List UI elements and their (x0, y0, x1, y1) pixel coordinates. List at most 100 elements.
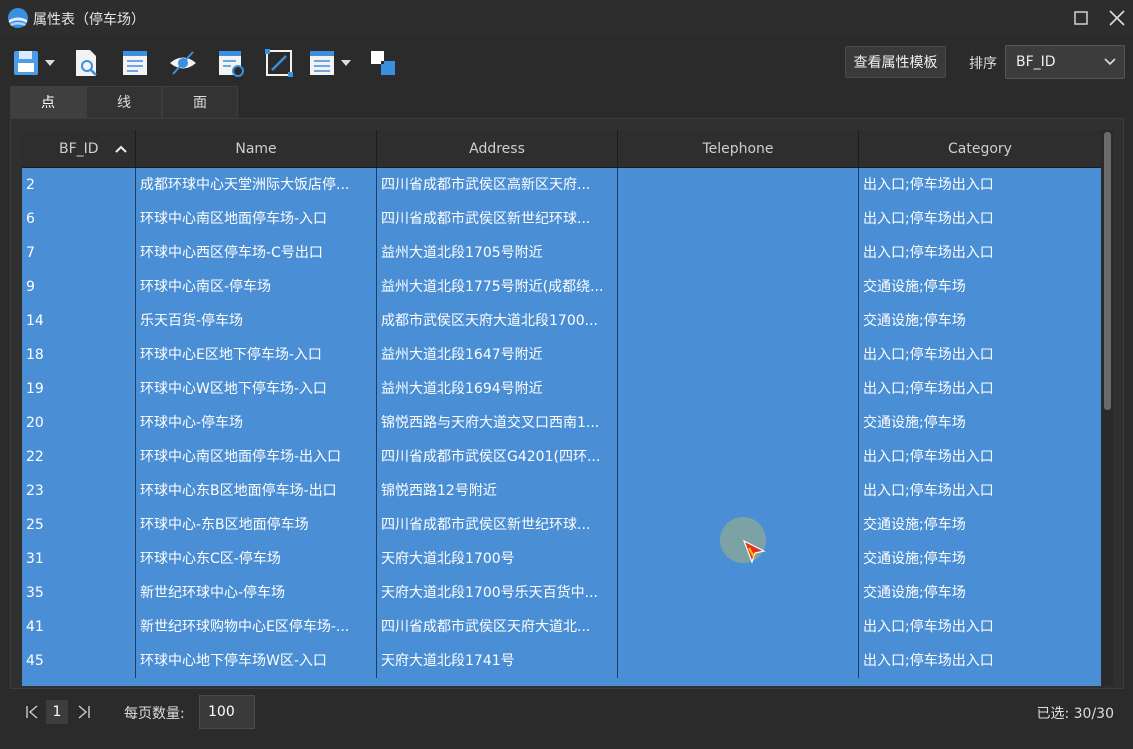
table-cell[interactable]: 环球中心南区地面停车场-出入口 (136, 440, 377, 474)
page-size-input[interactable]: 100 (199, 695, 255, 729)
save-dropdown-button[interactable] (12, 48, 58, 78)
table-cell[interactable]: 出入口;停车场出入口 (859, 372, 1101, 406)
table-cell[interactable]: 锦悦西路与天府大道交叉口西南1... (377, 406, 618, 440)
table-row[interactable]: 23 环球中心东B区地面停车场-出口 锦悦西路12号附近 出入口;停车场出入口 (22, 474, 1101, 508)
table-cell[interactable]: 9 (22, 270, 136, 304)
table-cell[interactable]: 环球中心W区地下停车场-入口 (136, 372, 377, 406)
preview-button[interactable] (72, 48, 102, 78)
table-row[interactable]: 45 环球中心地下停车场W区-入口 天府大道北段1741号 出入口;停车场出入口 (22, 644, 1101, 678)
column-header-name[interactable]: Name (136, 130, 377, 168)
table-cell[interactable]: 41 (22, 610, 136, 644)
table-cell[interactable]: 出入口;停车场出入口 (859, 644, 1101, 678)
table-cell[interactable]: 四川省成都市武侯区G4201(四环... (377, 440, 618, 474)
table-cell[interactable]: 35 (22, 576, 136, 610)
table-row[interactable]: 31 环球中心东C区-停车场 天府大道北段1700号 交通设施;停车场 (22, 542, 1101, 576)
table-cell[interactable]: 31 (22, 542, 136, 576)
table-cell[interactable]: 交通设施;停车场 (859, 406, 1101, 440)
table-cell[interactable]: 锦悦西路12号附近 (377, 474, 618, 508)
table-cell[interactable]: 乐天百货-停车场 (136, 304, 377, 338)
table-cell[interactable] (618, 372, 859, 406)
table-cell[interactable]: 益州大道北段1775号附近(成都绕... (377, 270, 618, 304)
table-cell[interactable]: 交通设施;停车场 (859, 270, 1101, 304)
table-cell[interactable] (618, 644, 859, 678)
table-cell[interactable]: 环球中心南区地面停车场-入口 (136, 202, 377, 236)
table-row[interactable]: 41 新世纪环球购物中心E区停车场-... 四川省成都市武侯区天府大道北... 出入口… (22, 610, 1101, 644)
table-cell[interactable] (618, 270, 859, 304)
table-cell[interactable]: 四川省成都市武侯区新世纪环球... (377, 202, 618, 236)
tab-point[interactable]: 点 (10, 86, 86, 118)
table-cell[interactable]: 出入口;停车场出入口 (859, 202, 1101, 236)
table-cell[interactable]: 交通设施;停车场 (859, 542, 1101, 576)
table-row[interactable]: 35 新世纪环球中心-停车场 天府大道北段1700号乐天百货中... 交通设施;停车场 (22, 576, 1101, 610)
table-cell[interactable]: 7 (22, 236, 136, 270)
table-cell[interactable] (618, 168, 859, 202)
table-cell[interactable] (618, 202, 859, 236)
table-row[interactable]: 2 成都环球中心天堂洲际大饭店停... 四川省成都市武侯区高新区天府... 出入口;停… (22, 168, 1101, 202)
table-cell[interactable]: 成都环球中心天堂洲际大饭店停... (136, 168, 377, 202)
table-row[interactable]: 9 环球中心南区-停车场 益州大道北段1775号附近(成都绕... 交通设施;停车场 (22, 270, 1101, 304)
sort-select[interactable]: BF_ID (1005, 45, 1125, 79)
column-header-address[interactable]: Address (377, 130, 618, 168)
vertical-scrollbar[interactable] (1101, 130, 1113, 686)
table-cell[interactable]: 益州大道北段1647号附近 (377, 338, 618, 372)
table-cell[interactable]: 14 (22, 304, 136, 338)
last-page-icon[interactable] (76, 704, 92, 720)
table-cell[interactable]: 成都市武侯区天府大道北段1700... (377, 304, 618, 338)
table-cell[interactable] (618, 440, 859, 474)
column-header-bf-id[interactable]: BF_ID (22, 130, 136, 168)
table-cell[interactable]: 23 (22, 474, 136, 508)
table-cell[interactable]: 环球中心E区地下停车场-入口 (136, 338, 377, 372)
table-row[interactable]: 6 环球中心南区地面停车场-入口 四川省成都市武侯区新世纪环球... 出入口;停车场出… (22, 202, 1101, 236)
table-cell[interactable]: 交通设施;停车场 (859, 304, 1101, 338)
table-cell[interactable]: 益州大道北段1705号附近 (377, 236, 618, 270)
close-button[interactable] (1105, 6, 1129, 30)
view-template-button[interactable]: 查看属性模板 (845, 46, 946, 78)
table-cell[interactable]: 出入口;停车场出入口 (859, 168, 1101, 202)
table-cell[interactable]: 20 (22, 406, 136, 440)
table-cell[interactable]: 19 (22, 372, 136, 406)
zoom-to-button[interactable] (264, 48, 294, 78)
maximize-button[interactable] (1069, 6, 1093, 30)
table-cell[interactable]: 出入口;停车场出入口 (859, 338, 1101, 372)
table-cell[interactable]: 交通设施;停车场 (859, 508, 1101, 542)
table-cell[interactable]: 25 (22, 508, 136, 542)
table-cell[interactable]: 环球中心东B区地面停车场-出口 (136, 474, 377, 508)
table-cell[interactable]: 环球中心西区停车场-C号出口 (136, 236, 377, 270)
table-cell[interactable]: 四川省成都市武侯区高新区天府... (377, 168, 618, 202)
table-properties-button[interactable] (120, 48, 150, 78)
table-cell[interactable] (618, 474, 859, 508)
table-row[interactable]: 19 环球中心W区地下停车场-入口 益州大道北段1694号附近 出入口;停车场出入口 (22, 372, 1101, 406)
table-cell[interactable]: 交通设施;停车场 (859, 576, 1101, 610)
table-cell[interactable]: 新世纪环球购物中心E区停车场-... (136, 610, 377, 644)
table-cell[interactable]: 45 (22, 644, 136, 678)
table-cell[interactable] (618, 236, 859, 270)
table-cell[interactable]: 益州大道北段1694号附近 (377, 372, 618, 406)
table-cell[interactable]: 环球中心-停车场 (136, 406, 377, 440)
table-row[interactable]: 20 环球中心-停车场 锦悦西路与天府大道交叉口西南1... 交通设施;停车场 (22, 406, 1101, 440)
table-cell[interactable]: 6 (22, 202, 136, 236)
tab-line[interactable]: 线 (86, 86, 162, 118)
table-cell[interactable]: 环球中心-东B区地面停车场 (136, 508, 377, 542)
table-cell[interactable]: 天府大道北段1700号乐天百货中... (377, 576, 618, 610)
table-cell[interactable]: 出入口;停车场出入口 (859, 610, 1101, 644)
table-cell[interactable]: 出入口;停车场出入口 (859, 236, 1101, 270)
export-dropdown-button[interactable] (308, 48, 354, 78)
first-page-icon[interactable] (24, 704, 40, 720)
table-cell[interactable] (618, 304, 859, 338)
table-cell[interactable]: 22 (22, 440, 136, 474)
column-header-category[interactable]: Category (859, 130, 1101, 168)
scrollbar-thumb[interactable] (1104, 132, 1111, 410)
table-cell[interactable]: 新世纪环球中心-停车场 (136, 576, 377, 610)
switch-selection-button[interactable] (368, 48, 398, 78)
table-row[interactable]: 25 环球中心-东B区地面停车场 四川省成都市武侯区新世纪环球... 交通设施;停车场 (22, 508, 1101, 542)
table-cell[interactable] (618, 576, 859, 610)
table-cell[interactable]: 四川省成都市武侯区新世纪环球... (377, 508, 618, 542)
current-page[interactable]: 1 (46, 700, 68, 724)
table-row[interactable]: 7 环球中心西区停车场-C号出口 益州大道北段1705号附近 出入口;停车场出入口 (22, 236, 1101, 270)
table-cell[interactable]: 2 (22, 168, 136, 202)
table-cell[interactable]: 出入口;停车场出入口 (859, 440, 1101, 474)
table-row[interactable]: 18 环球中心E区地下停车场-入口 益州大道北段1647号附近 出入口;停车场出入口 (22, 338, 1101, 372)
table-cell[interactable]: 天府大道北段1741号 (377, 644, 618, 678)
table-cell[interactable]: 天府大道北段1700号 (377, 542, 618, 576)
table-cell[interactable]: 环球中心东C区-停车场 (136, 542, 377, 576)
